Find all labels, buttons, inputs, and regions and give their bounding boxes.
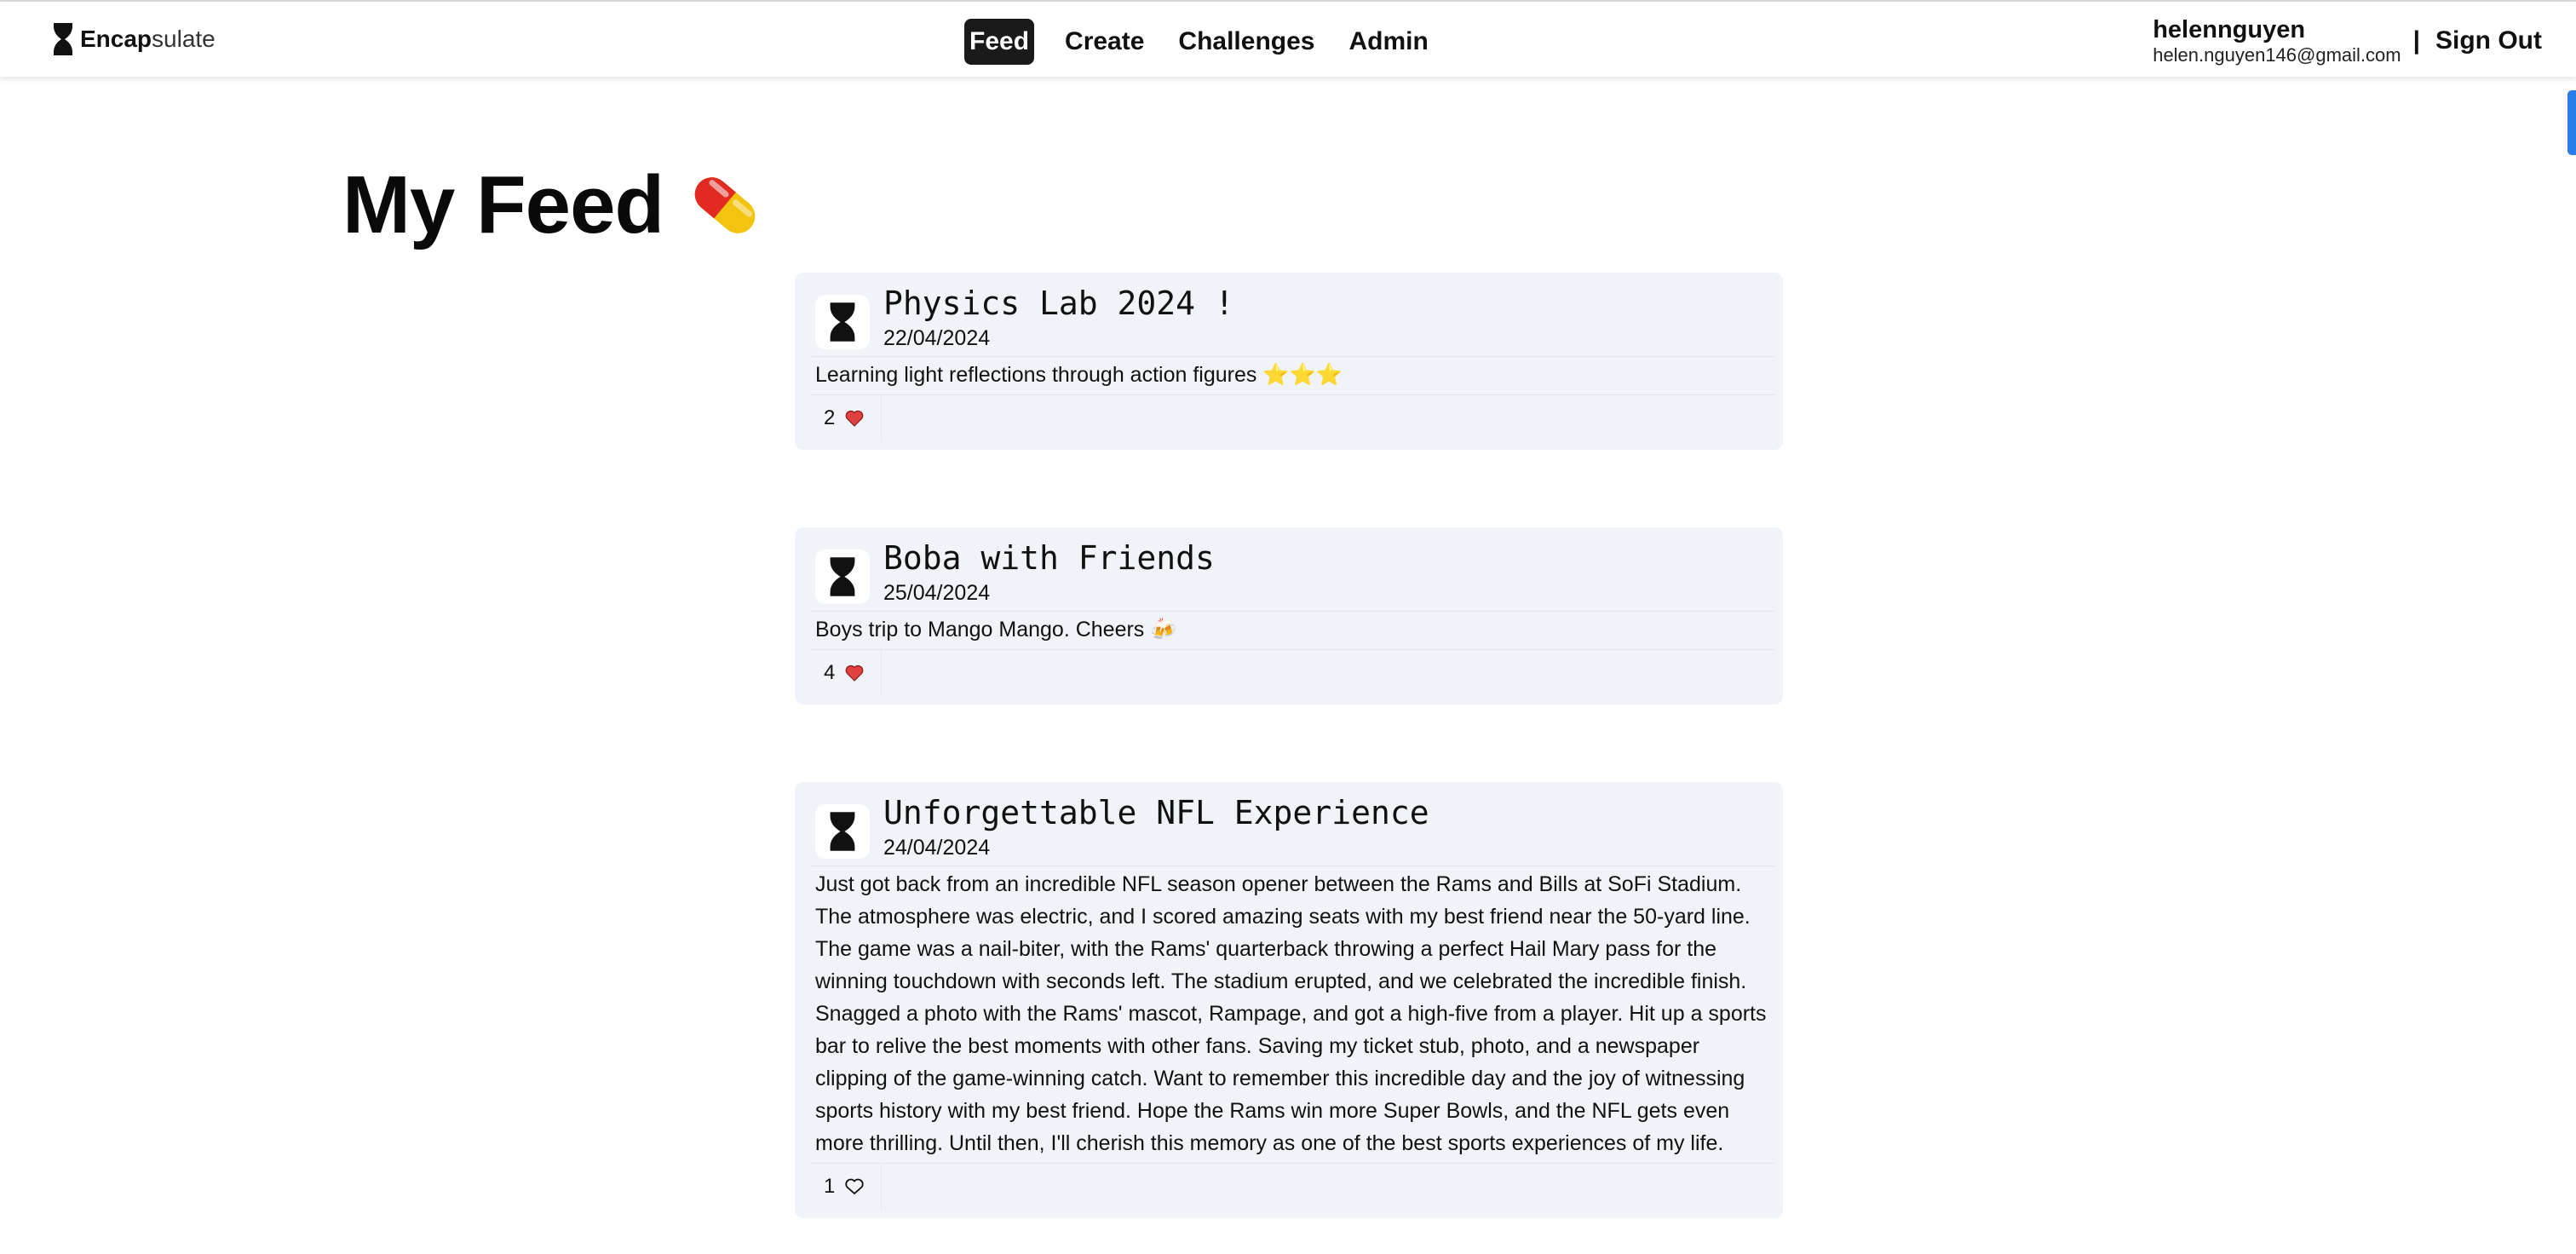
post-date: 24/04/2024	[883, 836, 991, 860]
sign-out-button[interactable]: Sign Out	[2435, 26, 2542, 55]
pill-icon	[694, 177, 756, 233]
nav-create-link[interactable]: Create	[1061, 19, 1147, 65]
post-title[interactable]: Boba with Friends	[883, 538, 1215, 578]
post-header: Boba with Friends 25/04/2024	[815, 538, 1774, 606]
post-date: 22/04/2024	[883, 326, 991, 350]
avatar	[815, 549, 870, 604]
like-count: 4	[824, 661, 836, 684]
hourglass-icon	[830, 557, 855, 596]
post-date: 25/04/2024	[883, 581, 991, 605]
post-body: Just got back from an incredible NFL sea…	[810, 866, 1774, 1164]
scrollbar-thumb[interactable]	[2567, 90, 2576, 155]
like-button[interactable]: 2	[810, 395, 883, 441]
nav-admin-link[interactable]: Admin	[1345, 19, 1431, 65]
post-heading: Physics Lab 2024 ! 22/04/2024	[883, 283, 1234, 351]
post-card: Physics Lab 2024 ! 22/04/2024 Learning l…	[795, 273, 1783, 450]
like-count: 1	[824, 1175, 836, 1198]
username: helennguyen	[2153, 15, 2306, 43]
avatar	[815, 804, 870, 859]
post-title[interactable]: Unforgettable NFL Experience	[883, 792, 1429, 833]
user-area: helennguyen helen.nguyen146@gmail.com | …	[2153, 17, 2542, 65]
nav-divider: |	[2412, 26, 2421, 55]
heart-filled-icon	[846, 410, 864, 427]
post-heading: Boba with Friends 25/04/2024	[883, 538, 1215, 606]
hourglass-icon	[830, 302, 855, 342]
post-body: Boys trip to Mango Mango. Cheers 🍻	[810, 611, 1774, 650]
nav-feed-link[interactable]: Feed	[964, 19, 1035, 65]
avatar	[815, 295, 870, 349]
top-navbar: Encapsulate Feed Create Challenges Admin…	[0, 2, 2576, 77]
user-info: helennguyen helen.nguyen146@gmail.com	[2153, 15, 2401, 66]
post-card: Unforgettable NFL Experience 24/04/2024 …	[795, 782, 1783, 1218]
page: Encapsulate Feed Create Challenges Admin…	[0, 0, 2576, 1254]
page-title-text: My Feed	[342, 159, 664, 250]
main-nav: Feed Create Challenges Admin	[964, 19, 1459, 65]
post-header: Physics Lab 2024 ! 22/04/2024	[815, 283, 1774, 351]
page-title: My Feed	[342, 158, 766, 252]
like-button[interactable]: 1	[810, 1164, 883, 1210]
nav-challenges-link[interactable]: Challenges	[1175, 19, 1318, 65]
brand-logo[interactable]: Encapsulate	[51, 22, 216, 56]
post-card: Boba with Friends 25/04/2024 Boys trip t…	[795, 527, 1783, 705]
like-button[interactable]: 4	[810, 650, 883, 696]
hourglass-icon	[830, 812, 855, 851]
post-header: Unforgettable NFL Experience 24/04/2024	[815, 792, 1774, 860]
hourglass-icon	[54, 23, 72, 55]
post-body: Learning light reflections through actio…	[810, 356, 1774, 395]
heart-filled-icon	[846, 664, 864, 682]
like-count: 2	[824, 406, 836, 429]
post-heading: Unforgettable NFL Experience 24/04/2024	[883, 792, 1429, 860]
heart-outline-icon	[845, 1178, 865, 1195]
post-title[interactable]: Physics Lab 2024 !	[883, 283, 1234, 324]
user-email: helen.nguyen146@gmail.com	[2153, 43, 2401, 66]
brand-name: Encapsulate	[80, 26, 216, 52]
